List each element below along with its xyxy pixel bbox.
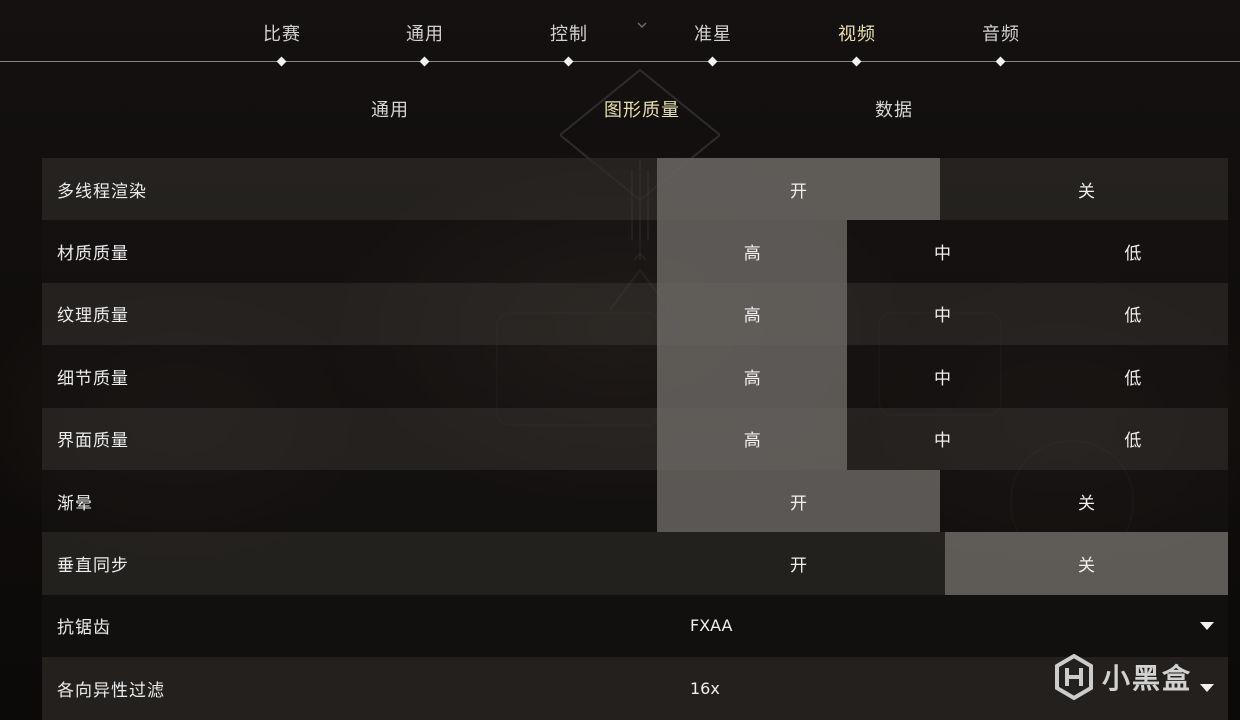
subtab-data[interactable]: 数据 (794, 96, 994, 126)
quality-option-group: 高 中 低 (657, 282, 1228, 346)
option-high[interactable]: 高 (657, 345, 848, 408)
tab-match[interactable]: 比赛 (232, 0, 332, 72)
caret-down-icon (1200, 621, 1214, 630)
option-off[interactable]: 关 (945, 470, 1228, 532)
dropdown-container: FXAA (672, 595, 1228, 657)
tab-controls[interactable]: 控制 (519, 0, 619, 72)
toggle-group: 开 关 (657, 532, 1228, 595)
tab-indicator-diamond (851, 56, 862, 67)
setting-label: 垂直同步 (57, 556, 129, 577)
tab-indicator-diamond (707, 56, 718, 67)
option-medium[interactable]: 中 (847, 408, 1037, 470)
option-on[interactable]: 开 (657, 532, 940, 594)
setting-row-material-quality: 材质质量 高 中 低 (42, 220, 1228, 283)
setting-row-vsync: 垂直同步 开 关 (42, 532, 1228, 595)
tab-label: 通用 (406, 24, 444, 45)
tab-indicator-diamond (419, 56, 430, 67)
setting-label: 抗锯齿 (57, 618, 111, 639)
tab-audio[interactable]: 音频 (951, 0, 1051, 72)
tab-label: 比赛 (263, 24, 301, 45)
top-navigation: 比赛 通用 控制 准星 视频 音频 (0, 0, 1240, 72)
tab-indicator-diamond (995, 56, 1006, 67)
option-off[interactable]: 关 (945, 158, 1228, 220)
tab-indicator-diamond (563, 56, 574, 67)
tab-label: 音频 (982, 24, 1020, 45)
tab-label: 控制 (550, 24, 588, 45)
tab-crosshair[interactable]: 准星 (663, 0, 763, 72)
top-navigation-divider (0, 61, 1240, 62)
setting-row-anisotropic-filtering: 各向异性过滤 16x (42, 657, 1228, 720)
caret-down-icon (1200, 684, 1214, 693)
setting-row-detail-quality: 细节质量 高 中 低 (42, 345, 1228, 408)
quality-option-group: 高 中 低 (657, 220, 1228, 283)
tab-general[interactable]: 通用 (375, 0, 475, 72)
setting-label: 渐晕 (57, 493, 93, 514)
setting-label: 各向异性过滤 (57, 680, 165, 701)
option-medium[interactable]: 中 (847, 220, 1037, 282)
toggle-group: 开 关 (657, 158, 1228, 221)
option-medium[interactable]: 中 (847, 345, 1037, 407)
setting-row-multithreaded-rendering: 多线程渲染 开 关 (42, 158, 1228, 221)
dropdown-value: 16x (690, 678, 720, 698)
option-high[interactable]: 高 (657, 407, 848, 470)
setting-row-vignette: 渐晕 开 关 (42, 469, 1228, 533)
option-low[interactable]: 低 (1038, 220, 1228, 282)
toggle-group: 开 关 (657, 469, 1228, 533)
setting-row-texture-quality: 纹理质量 高 中 低 (42, 282, 1228, 346)
setting-label: 界面质量 (57, 431, 129, 452)
setting-row-anti-aliasing: 抗锯齿 FXAA (42, 594, 1228, 658)
setting-label: 细节质量 (57, 368, 129, 389)
option-low[interactable]: 低 (1038, 345, 1228, 407)
option-on[interactable]: 开 (657, 469, 940, 533)
option-high[interactable]: 高 (657, 282, 848, 346)
tab-video[interactable]: 视频 (807, 0, 907, 72)
subtab-graphics-quality[interactable]: 图形质量 (542, 96, 742, 126)
option-low[interactable]: 低 (1038, 408, 1228, 470)
quality-option-group: 高 中 低 (657, 345, 1228, 408)
quality-option-group: 高 中 低 (657, 407, 1228, 470)
setting-label: 纹理质量 (57, 306, 129, 327)
dropdown-value: FXAA (690, 616, 733, 636)
tab-indicator-diamond (276, 56, 287, 67)
setting-row-ui-quality: 界面质量 高 中 低 (42, 407, 1228, 470)
xiaoheihe-logo-icon (1055, 654, 1093, 700)
option-high[interactable]: 高 (657, 220, 848, 283)
setting-label: 材质质量 (57, 244, 129, 265)
option-low[interactable]: 低 (1038, 283, 1228, 345)
option-medium[interactable]: 中 (847, 283, 1037, 345)
tab-label: 视频 (838, 24, 876, 45)
settings-list: 多线程渲染 开 关 材质质量 高 中 低 纹理质量 高 中 低 细节质量 高 中… (42, 158, 1228, 720)
chevron-down-icon (637, 22, 647, 29)
watermark: 小黑盒 (1054, 652, 1192, 702)
option-off[interactable]: 关 (945, 532, 1228, 595)
subtab-general[interactable]: 通用 (290, 96, 490, 126)
option-on[interactable]: 开 (657, 158, 940, 221)
setting-label: 多线程渲染 (57, 181, 147, 202)
watermark-text: 小黑盒 (1102, 662, 1193, 695)
tab-label: 准星 (694, 24, 732, 45)
anti-aliasing-dropdown[interactable]: FXAA (672, 595, 1228, 657)
